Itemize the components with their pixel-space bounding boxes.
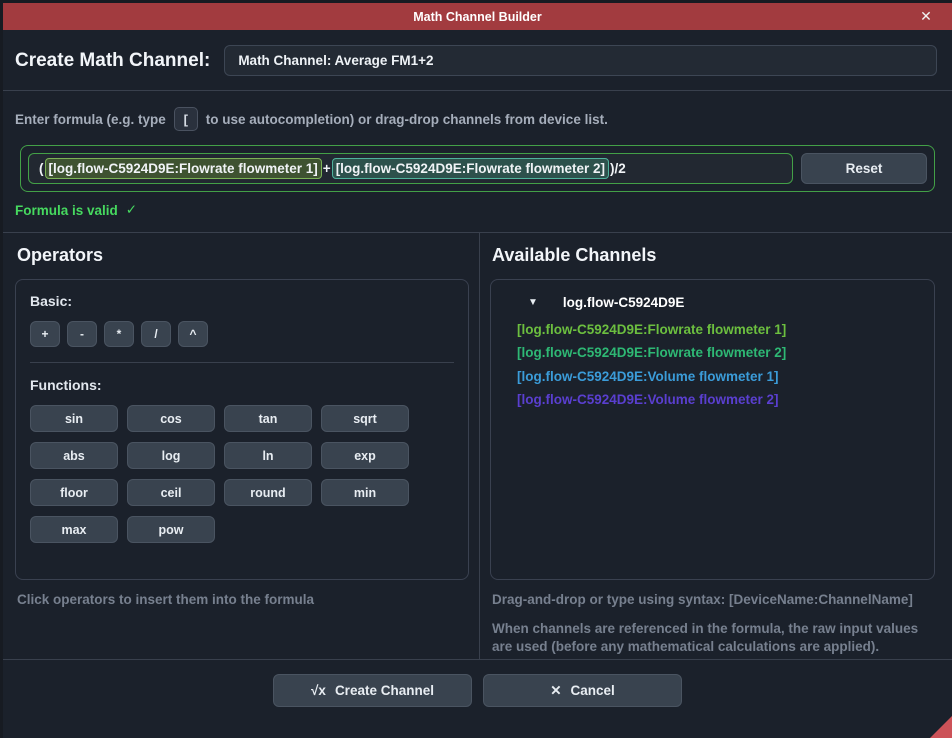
basic-operator-button[interactable]: / [141,321,171,347]
hint-text-before: Enter formula (e.g. type [15,112,166,127]
function-button[interactable]: log [127,442,215,469]
function-button[interactable]: sqrt [321,405,409,432]
functions-label: Functions: [30,377,454,393]
operators-title: Operators [17,245,469,266]
formula-channel-token: [log.flow-C5924D9E:Flowrate flowmeter 2] [332,158,609,179]
formula-text: ( [38,161,45,176]
operators-box: Basic: +-* / ^ Functions: sincostansqrt abs… [15,279,469,580]
channels-raw-values-hint: When channels are referenced in the form… [492,620,933,656]
basic-operators-row: +-* / ^ [30,321,454,347]
basic-operator-button[interactable]: + [30,321,60,347]
formula-input[interactable]: ([log.flow-C5924D9E:Flowrate flowmeter 1… [28,153,793,184]
sqrt-x-icon: √x [311,683,326,698]
function-button[interactable]: pow [127,516,215,543]
function-button[interactable]: exp [321,442,409,469]
device-name: log.flow-C5924D9E [563,295,685,310]
channel-name-row: Create Math Channel: [3,30,952,90]
basic-operator-button[interactable]: * [104,321,134,347]
hint-text-after: to use autocompletion) or drag-drop chan… [206,112,608,127]
function-button[interactable]: round [224,479,312,506]
function-button[interactable]: max [30,516,118,543]
channel-item[interactable]: [log.flow-C5924D9E:Flowrate flowmeter 2] [505,341,920,364]
valid-text: Formula is valid [15,203,118,218]
resize-grip[interactable] [930,716,952,738]
math-channel-builder-dialog: Math Channel Builder ✕ Create Math Chann… [3,3,952,738]
reset-button[interactable]: Reset [801,153,927,184]
channel-list: [log.flow-C5924D9E:Flowrate flowmeter 1]… [505,318,920,411]
create-channel-button[interactable]: √x Create Channel [273,674,472,707]
operators-panel: Operators Basic: +-* / ^ Functions: sincos… [3,233,480,659]
close-icon[interactable]: ✕ [914,3,938,30]
cancel-label: Cancel [571,683,615,698]
dialog-actions: √x Create Channel ✕ Cancel [3,660,952,738]
formula-text: )/2 [609,161,627,176]
function-button[interactable]: ceil [127,479,215,506]
checkmark-icon: ✓ [126,202,137,218]
dialog-title-bar[interactable]: Math Channel Builder ✕ [3,3,952,30]
cancel-button[interactable]: ✕ Cancel [483,674,682,707]
formula-text: + [322,161,332,176]
channel-item[interactable]: [log.flow-C5924D9E:Volume flowmeter 2] [505,388,920,411]
formula-hint-row: Enter formula (e.g. type [ to use autoco… [3,91,952,131]
formula-channel-token: [log.flow-C5924D9E:Flowrate flowmeter 1] [45,158,322,179]
available-channels-title: Available Channels [492,245,935,266]
main-columns: Operators Basic: +-* / ^ Functions: sincos… [3,233,952,659]
operators-footer-hint: Click operators to insert them into the … [17,591,467,609]
dialog-title: Math Channel Builder [413,10,541,24]
create-math-channel-label: Create Math Channel: [15,50,210,72]
chevron-down-icon[interactable]: ▼ [528,297,538,308]
function-button[interactable]: cos [127,405,215,432]
basic-operator-button[interactable]: - [67,321,97,347]
function-button[interactable]: ln [224,442,312,469]
channels-box: ▼ log.flow-C5924D9E [log.flow-C5924D9E:F… [490,279,935,580]
bracket-key-badge: [ [174,107,198,131]
function-button[interactable]: min [321,479,409,506]
create-channel-label: Create Channel [335,683,434,698]
channel-name-input[interactable] [224,45,937,76]
channels-panel: Available Channels ▼ log.flow-C5924D9E [… [480,233,952,659]
function-button[interactable]: tan [224,405,312,432]
basic-label: Basic: [30,293,454,309]
channels-syntax-hint: Drag-and-drop or type using syntax: [Dev… [492,591,933,609]
formula-validation-status: Formula is valid ✓ [15,202,938,218]
close-icon: ✕ [550,683,561,699]
function-button[interactable]: floor [30,479,118,506]
function-button[interactable]: abs [30,442,118,469]
function-button[interactable]: sin [30,405,118,432]
formula-container: ([log.flow-C5924D9E:Flowrate flowmeter 1… [20,145,935,192]
divider [30,362,454,363]
basic-operator-button[interactable]: ^ [178,321,208,347]
device-tree-node[interactable]: ▼ log.flow-C5924D9E [505,293,920,318]
channel-item[interactable]: [log.flow-C5924D9E:Volume flowmeter 1] [505,365,920,388]
channel-item[interactable]: [log.flow-C5924D9E:Flowrate flowmeter 1] [505,318,920,341]
functions-grid: sincostansqrt absloglnexp floor ceil roundmi… [30,405,454,543]
